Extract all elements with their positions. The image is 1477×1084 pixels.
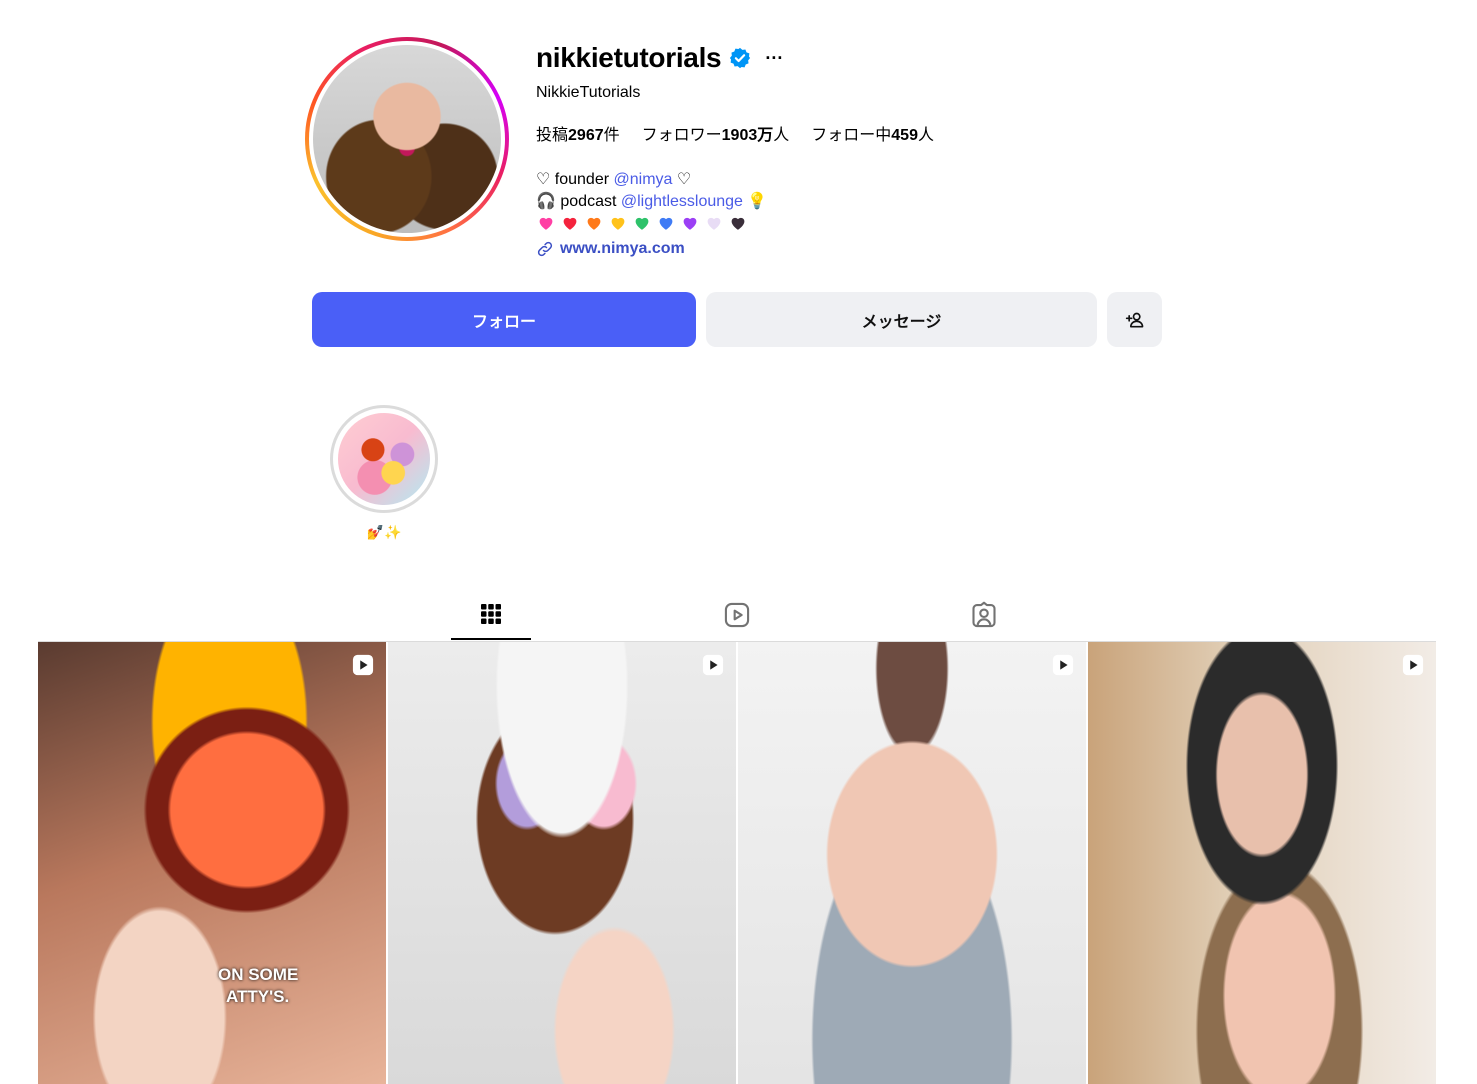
- post-tile[interactable]: ON SOME ATTY'S.: [38, 642, 386, 1084]
- heart-emoji-icon: [707, 217, 721, 230]
- add-person-icon: [1125, 312, 1143, 327]
- more-options-icon[interactable]: ···: [765, 49, 783, 67]
- reels-icon: [724, 602, 750, 628]
- following-stat[interactable]: フォロー中459人: [811, 121, 934, 145]
- posts-grid: ON SOME ATTY'S.: [38, 641, 1436, 1084]
- heart-emoji-icon: [587, 217, 601, 230]
- heart-emoji-icon: [659, 217, 673, 230]
- profile-stats: 投稿2967件 フォロワー1903万人 フォロー中459人: [536, 121, 934, 145]
- post-caption: ON SOME ATTY'S.: [218, 964, 298, 1008]
- highlight-label: 💅✨: [366, 524, 402, 540]
- following-suffix: 人: [917, 127, 934, 144]
- mention-link-nimya[interactable]: @nimya: [614, 171, 673, 188]
- avatar-frame: [309, 41, 505, 237]
- username: nikkietutorials: [536, 42, 722, 73]
- reel-indicator-icon: [702, 654, 724, 676]
- heart-emoji-icon: [611, 217, 625, 230]
- bio-hearts-row: [537, 214, 747, 232]
- following-count: 459: [891, 127, 918, 144]
- bio-line-2: 🎧 podcast @lightlesslounge 💡: [536, 191, 767, 213]
- followers-suffix: 人: [773, 127, 790, 144]
- tab-reels[interactable]: [697, 590, 777, 640]
- post-caption-line: ON SOME: [218, 965, 299, 984]
- heart-emoji-icon: [563, 217, 577, 230]
- post-tile[interactable]: [1088, 642, 1436, 1084]
- heart-emoji-icon: [635, 217, 649, 230]
- tab-tagged[interactable]: [944, 590, 1024, 640]
- bio-text: ♡: [672, 171, 692, 188]
- grid-icon: [481, 604, 501, 624]
- message-button[interactable]: メッセージ: [706, 292, 1097, 347]
- post-tile[interactable]: [738, 642, 1086, 1084]
- heart-emoji-icon: [683, 217, 697, 230]
- tagged-icon: [972, 601, 996, 628]
- verified-badge-icon: [730, 47, 751, 69]
- bio-text: ♡ founder: [536, 171, 614, 188]
- reel-indicator-icon: [1402, 654, 1424, 676]
- mention-link-lightlesslounge[interactable]: @lightlesslounge: [621, 193, 743, 210]
- post-caption-line: ATTY'S.: [226, 987, 290, 1006]
- posts-label: 投稿: [536, 127, 569, 144]
- profile-tabs: [38, 590, 1436, 640]
- follow-button[interactable]: フォロー: [312, 292, 696, 347]
- posts-suffix: 件: [603, 127, 620, 144]
- full-name: NikkieTutorials: [536, 84, 641, 101]
- website-link[interactable]: www.nimya.com: [536, 240, 685, 258]
- avatar: [313, 45, 501, 233]
- post-tile[interactable]: [388, 642, 736, 1084]
- bio: ♡ founder @nimya ♡ 🎧 podcast @lightlessl…: [536, 169, 767, 213]
- posts-stat: 投稿2967件: [536, 121, 620, 145]
- heart-emoji-icon: [539, 217, 553, 230]
- bio-text: 💡: [742, 193, 768, 210]
- following-label: フォロー中: [811, 127, 892, 144]
- posts-count: 2967: [568, 127, 604, 144]
- followers-label: フォロワー: [641, 127, 722, 144]
- link-icon: [537, 241, 553, 257]
- suggested-users-button[interactable]: [1107, 292, 1162, 347]
- reel-indicator-icon: [352, 654, 374, 676]
- website-link-text: www.nimya.com: [560, 240, 685, 257]
- highlight-cover: [338, 413, 430, 505]
- username-row: nikkietutorials ···: [536, 40, 783, 76]
- bio-text: 🎧 podcast: [536, 193, 621, 210]
- followers-count: 1903万: [721, 127, 774, 144]
- reel-indicator-icon: [1052, 654, 1074, 676]
- bio-line-1: ♡ founder @nimya ♡: [536, 169, 767, 191]
- followers-stat[interactable]: フォロワー1903万人: [642, 121, 790, 145]
- heart-emoji-icon: [731, 217, 745, 230]
- story-highlight[interactable]: [330, 405, 438, 513]
- tab-posts[interactable]: [451, 590, 531, 640]
- profile-avatar-ring[interactable]: [305, 37, 509, 241]
